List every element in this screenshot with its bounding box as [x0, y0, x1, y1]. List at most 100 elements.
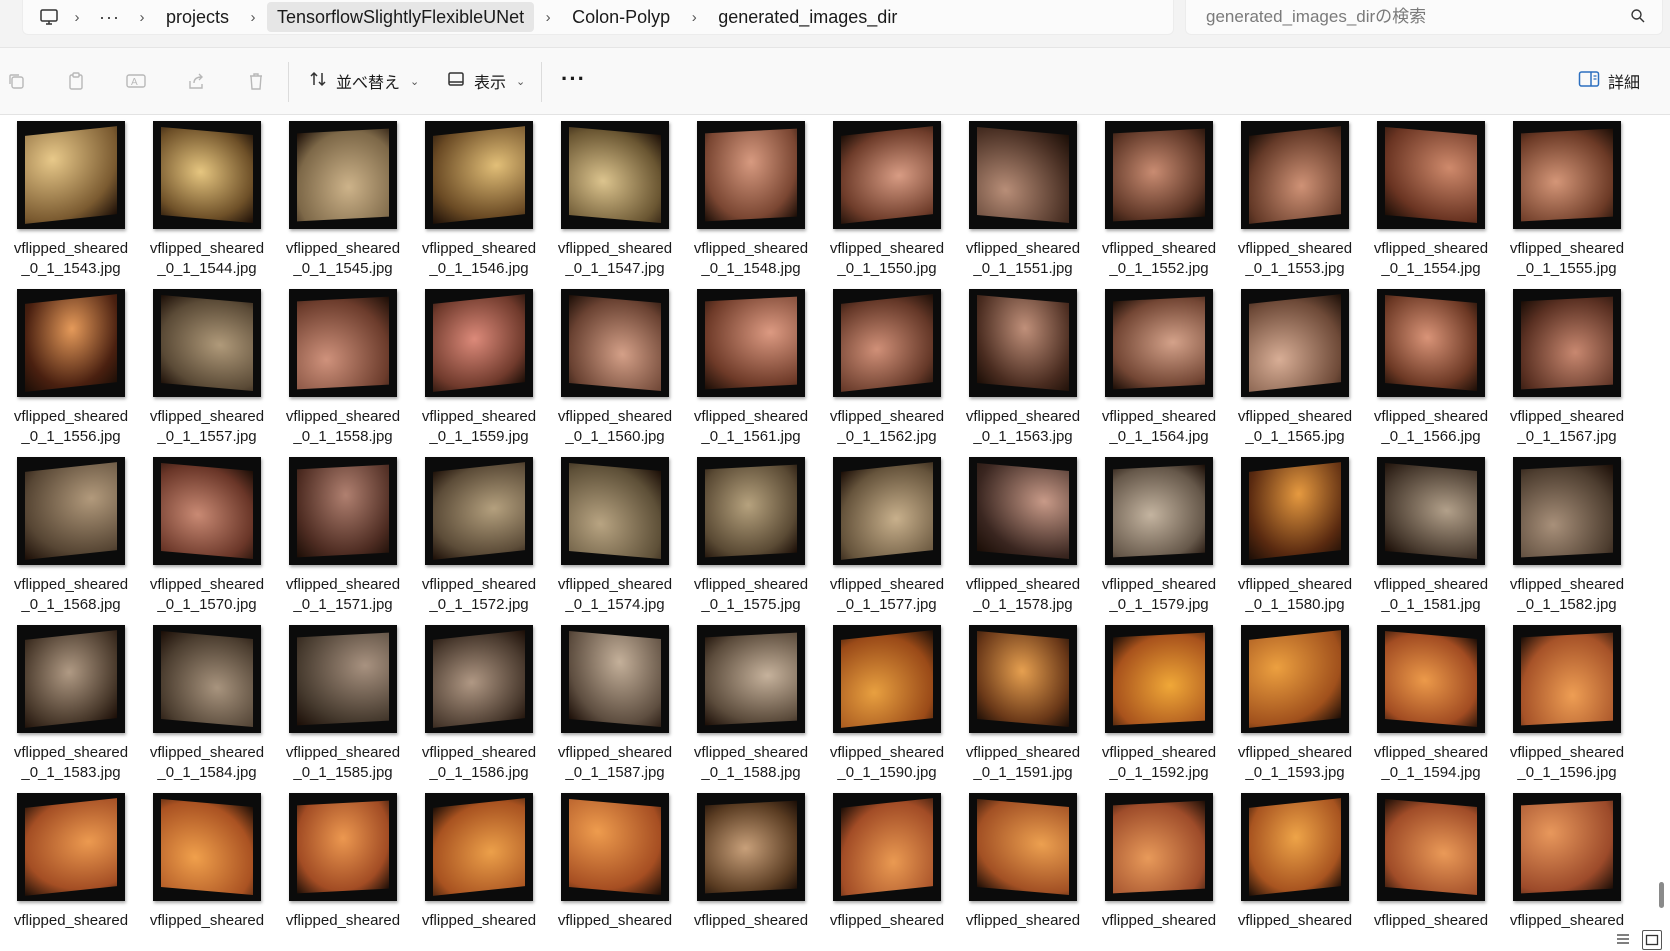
vertical-scrollbar-thumb[interactable] [1659, 882, 1664, 908]
file-item[interactable]: vflipped_sheared _0_1_1578.jpg [960, 457, 1096, 625]
file-item[interactable]: vflipped_sheared [1504, 793, 1640, 951]
file-item[interactable]: vflipped_sheared _0_1_1544.jpg [144, 121, 280, 289]
copy-icon[interactable] [3, 68, 29, 94]
file-item[interactable]: vflipped_sheared [280, 793, 416, 951]
file-item[interactable]: vflipped_sheared [1232, 793, 1368, 951]
details-pane-button[interactable]: 詳細 [1578, 65, 1640, 97]
file-item[interactable]: vflipped_sheared _0_1_1593.jpg [1232, 625, 1368, 793]
file-item[interactable]: vflipped_sheared [416, 793, 552, 951]
thumbnail-image [841, 294, 933, 392]
search-box[interactable] [1185, 0, 1663, 35]
file-item[interactable]: vflipped_sheared _0_1_1579.jpg [1096, 457, 1232, 625]
file-item[interactable]: vflipped_sheared [144, 793, 280, 951]
file-item[interactable]: vflipped_sheared _0_1_1587.jpg [552, 625, 688, 793]
file-item[interactable]: vflipped_sheared _0_1_1584.jpg [144, 625, 280, 793]
image-thumbnail [1241, 625, 1349, 733]
breadcrumb-item-tensorflowslightlyflexibleunet[interactable]: TensorflowSlightlyFlexibleUNet [267, 2, 535, 32]
file-item[interactable]: vflipped_sheared _0_1_1556.jpg [8, 289, 144, 457]
file-item[interactable]: vflipped_sheared _0_1_1559.jpg [416, 289, 552, 457]
paste-icon[interactable] [63, 68, 89, 94]
file-name: vflipped_sheared [285, 912, 401, 929]
file-item[interactable]: vflipped_sheared _0_1_1596.jpg [1504, 625, 1640, 793]
file-item[interactable]: vflipped_sheared [688, 793, 824, 951]
file-item[interactable]: vflipped_sheared _0_1_1592.jpg [1096, 625, 1232, 793]
thumbnail-image [841, 798, 933, 896]
chevron-right-icon[interactable]: › [534, 9, 562, 26]
image-thumbnail [1105, 457, 1213, 565]
view-button[interactable]: 表示 ⌄ [446, 65, 525, 97]
file-item[interactable]: vflipped_sheared [960, 793, 1096, 951]
file-item[interactable]: vflipped_sheared _0_1_1563.jpg [960, 289, 1096, 457]
file-item[interactable]: vflipped_sheared _0_1_1543.jpg [8, 121, 144, 289]
more-options-button[interactable]: ··· [561, 68, 586, 90]
image-thumbnail [1377, 121, 1485, 229]
breadcrumb-overflow-button[interactable]: ··· [91, 7, 128, 28]
rename-icon[interactable]: A [123, 68, 149, 94]
file-item[interactable]: vflipped_sheared _0_1_1572.jpg [416, 457, 552, 625]
file-item[interactable]: vflipped_sheared _0_1_1560.jpg [552, 289, 688, 457]
file-item[interactable]: vflipped_sheared _0_1_1577.jpg [824, 457, 960, 625]
breadcrumb-item-colon-polyp[interactable]: Colon-Polyp [562, 2, 680, 32]
file-item[interactable]: vflipped_sheared [824, 793, 960, 951]
file-item[interactable]: vflipped_sheared _0_1_1575.jpg [688, 457, 824, 625]
share-icon[interactable] [183, 68, 209, 94]
file-item[interactable]: vflipped_sheared _0_1_1547.jpg [552, 121, 688, 289]
large-icons-view-icon[interactable] [1642, 930, 1662, 950]
chevron-right-icon[interactable]: › [128, 9, 156, 26]
file-item[interactable]: vflipped_sheared _0_1_1581.jpg [1368, 457, 1504, 625]
file-item[interactable]: vflipped_sheared [8, 793, 144, 951]
file-item[interactable]: vflipped_sheared _0_1_1588.jpg [688, 625, 824, 793]
file-item[interactable]: vflipped_sheared _0_1_1555.jpg [1504, 121, 1640, 289]
file-item[interactable]: vflipped_sheared _0_1_1570.jpg [144, 457, 280, 625]
command-bar: A 並べ替え ⌄ 表示 ⌄ ··· 詳細 [0, 48, 1670, 115]
search-icon[interactable] [1630, 8, 1648, 26]
thumbnail-image [841, 126, 933, 224]
file-item[interactable]: vflipped_sheared _0_1_1591.jpg [960, 625, 1096, 793]
file-item[interactable]: vflipped_sheared _0_1_1582.jpg [1504, 457, 1640, 625]
file-item[interactable]: vflipped_sheared [552, 793, 688, 951]
chevron-right-icon[interactable]: › [239, 9, 267, 26]
file-item[interactable]: vflipped_sheared _0_1_1565.jpg [1232, 289, 1368, 457]
file-item[interactable]: vflipped_sheared [1096, 793, 1232, 951]
file-item[interactable]: vflipped_sheared _0_1_1566.jpg [1368, 289, 1504, 457]
chevron-right-icon[interactable]: › [63, 9, 91, 26]
file-item[interactable]: vflipped_sheared _0_1_1564.jpg [1096, 289, 1232, 457]
search-input[interactable] [1204, 6, 1608, 28]
file-item[interactable]: vflipped_sheared _0_1_1562.jpg [824, 289, 960, 457]
file-item[interactable]: vflipped_sheared _0_1_1550.jpg [824, 121, 960, 289]
file-item[interactable]: vflipped_sheared _0_1_1590.jpg [824, 625, 960, 793]
details-view-icon[interactable] [1614, 930, 1632, 948]
file-item[interactable]: vflipped_sheared [1368, 793, 1504, 951]
file-item[interactable]: vflipped_sheared _0_1_1574.jpg [552, 457, 688, 625]
sort-button[interactable]: 並べ替え ⌄ [308, 65, 419, 97]
file-item[interactable]: vflipped_sheared _0_1_1552.jpg [1096, 121, 1232, 289]
file-item[interactable]: vflipped_sheared _0_1_1583.jpg [8, 625, 144, 793]
breadcrumb-item-projects[interactable]: projects [156, 2, 239, 32]
file-item[interactable]: vflipped_sheared _0_1_1548.jpg [688, 121, 824, 289]
file-item[interactable]: vflipped_sheared _0_1_1554.jpg [1368, 121, 1504, 289]
file-grid-view[interactable]: vflipped_sheared _0_1_1543.jpg vflipped_s… [0, 115, 1662, 951]
file-item[interactable]: vflipped_sheared _0_1_1594.jpg [1368, 625, 1504, 793]
monitor-icon[interactable] [35, 3, 63, 31]
file-item[interactable]: vflipped_sheared _0_1_1567.jpg [1504, 289, 1640, 457]
file-name: vflipped_sheared _0_1_1585.jpg [285, 744, 401, 781]
file-item[interactable]: vflipped_sheared _0_1_1553.jpg [1232, 121, 1368, 289]
file-item[interactable]: vflipped_sheared _0_1_1585.jpg [280, 625, 416, 793]
file-item[interactable]: vflipped_sheared _0_1_1571.jpg [280, 457, 416, 625]
breadcrumb[interactable]: › ··· › projects › TensorflowSlightlyFle… [22, 0, 1174, 35]
file-name: vflipped_sheared _0_1_1563.jpg [965, 408, 1081, 445]
file-item[interactable]: vflipped_sheared _0_1_1561.jpg [688, 289, 824, 457]
file-name: vflipped_sheared _0_1_1547.jpg [557, 240, 673, 277]
file-item[interactable]: vflipped_sheared _0_1_1568.jpg [8, 457, 144, 625]
file-item[interactable]: vflipped_sheared _0_1_1580.jpg [1232, 457, 1368, 625]
file-item[interactable]: vflipped_sheared _0_1_1558.jpg [280, 289, 416, 457]
thumbnail-image [1113, 296, 1205, 390]
trash-icon[interactable] [243, 68, 269, 94]
file-item[interactable]: vflipped_sheared _0_1_1586.jpg [416, 625, 552, 793]
chevron-right-icon[interactable]: › [680, 9, 708, 26]
file-item[interactable]: vflipped_sheared _0_1_1545.jpg [280, 121, 416, 289]
file-item[interactable]: vflipped_sheared _0_1_1551.jpg [960, 121, 1096, 289]
file-item[interactable]: vflipped_sheared _0_1_1546.jpg [416, 121, 552, 289]
breadcrumb-item-generated-images-dir[interactable]: generated_images_dir [708, 2, 907, 32]
file-item[interactable]: vflipped_sheared _0_1_1557.jpg [144, 289, 280, 457]
